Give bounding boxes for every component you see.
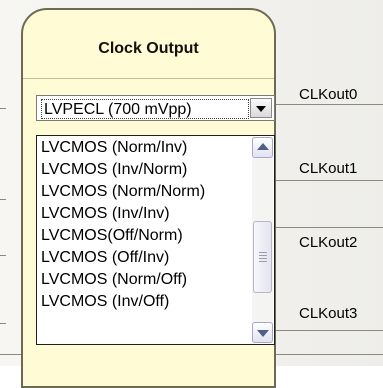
dropdown-option[interactable]: LVCMOS(Off/Norm)	[39, 225, 252, 247]
clkout1-line	[276, 180, 383, 181]
clkout2-line	[276, 227, 383, 228]
clkout3-label: CLKout3	[299, 305, 358, 322]
clock-output-title: Clock Output	[98, 40, 199, 57]
grip-line	[259, 252, 267, 253]
clkout0-label: CLKout0	[299, 86, 358, 103]
scroll-up-arrow-icon	[257, 143, 269, 150]
dropdown-option[interactable]: LVCMOS (Off/Inv)	[39, 247, 252, 269]
dropdown-scrollbar[interactable]	[252, 137, 273, 343]
scrollbar-thumb[interactable]	[253, 221, 272, 293]
dropdown-option[interactable]: LVCMOS (Inv/Off)	[39, 291, 252, 313]
dropdown-option-list: LVCMOS (Norm/Inv) LVCMOS (Inv/Norm) LVCM…	[39, 137, 252, 313]
left-tick	[0, 255, 6, 256]
output-format-select[interactable]: LVPECL (700 mVpp)	[36, 95, 275, 121]
left-tick	[0, 199, 6, 200]
left-tick	[0, 323, 6, 324]
grip-line	[259, 258, 267, 259]
clkout2-label: CLKout2	[299, 234, 358, 251]
scroll-down-button[interactable]	[252, 322, 273, 343]
card-divider	[23, 78, 274, 79]
dropdown-option[interactable]: LVCMOS (Inv/Inv)	[39, 203, 252, 225]
grip-line	[259, 261, 267, 262]
clkout0-line	[276, 104, 383, 105]
grip-line	[259, 255, 267, 256]
select-toggle-button[interactable]	[250, 98, 272, 118]
output-format-dropdown[interactable]: LVCMOS (Norm/Inv) LVCMOS (Inv/Norm) LVCM…	[36, 135, 275, 345]
scroll-down-arrow-icon	[257, 330, 269, 337]
scroll-up-button[interactable]	[252, 137, 273, 158]
select-current-value: LVPECL (700 mVpp)	[41, 99, 249, 119]
dropdown-option[interactable]: LVCMOS (Norm/Norm)	[39, 181, 252, 203]
dropdown-option[interactable]: LVCMOS (Norm/Inv)	[39, 137, 252, 159]
dropdown-option[interactable]: LVCMOS (Inv/Norm)	[39, 159, 252, 181]
dropdown-option[interactable]: LVCMOS (Norm/Off)	[39, 269, 252, 291]
chevron-down-icon	[256, 106, 266, 112]
clkout1-label: CLKout1	[299, 160, 358, 177]
left-tick	[0, 108, 6, 109]
clkout3-line	[276, 330, 383, 331]
